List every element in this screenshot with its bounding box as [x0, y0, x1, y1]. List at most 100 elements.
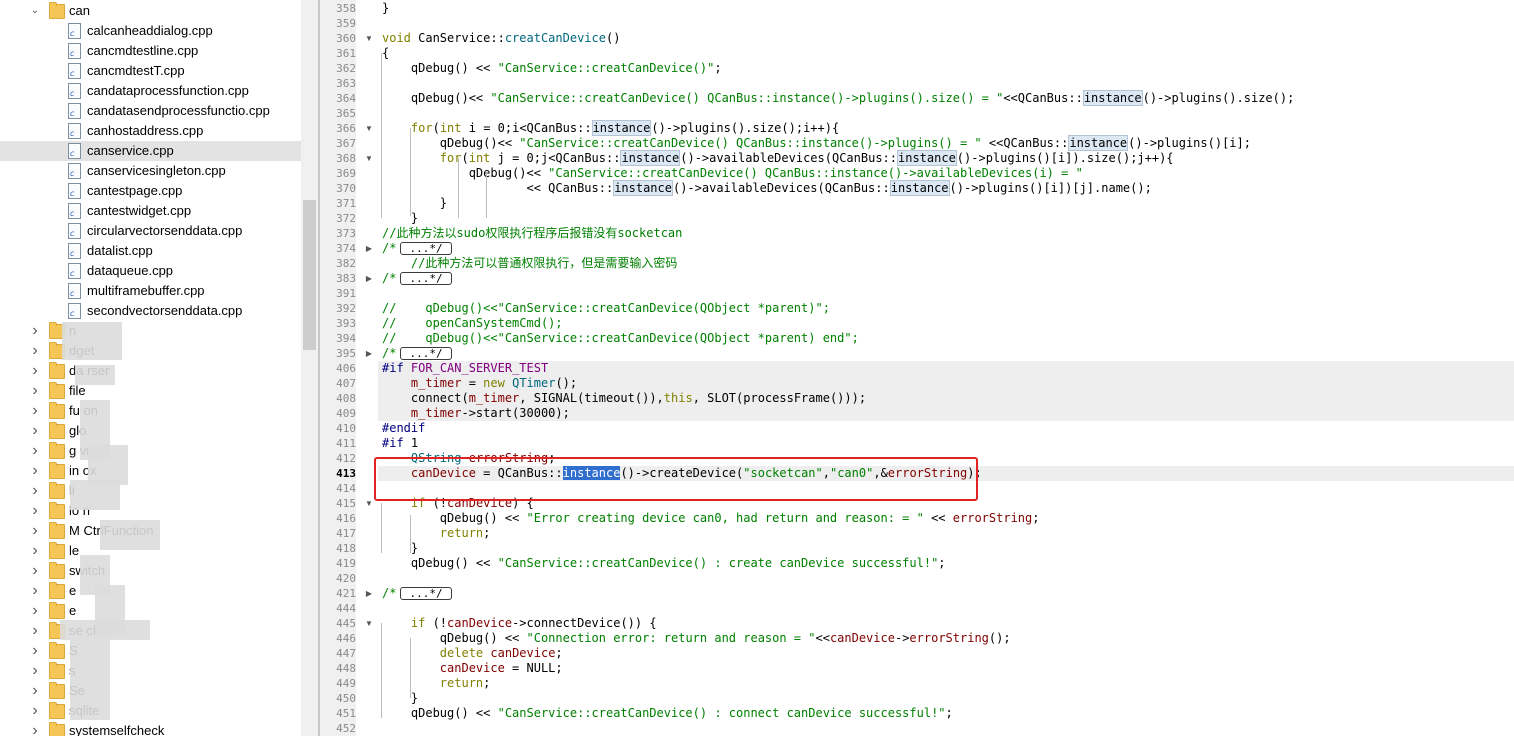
code-line[interactable]: //此种方法以sudo权限执行程序后报错没有socketcan: [382, 226, 682, 241]
tree-scrollbar-thumb[interactable]: [303, 200, 316, 350]
project-tree[interactable]: ⌄ can calcanheaddialog.cpp cancmdtestline.c…: [0, 0, 301, 736]
collapsed-arrow-icon[interactable]: ›: [29, 681, 41, 701]
tree-folder-row[interactable]: ›switch: [0, 561, 301, 581]
code-line[interactable]: #endif: [382, 421, 425, 436]
collapsed-arrow-icon[interactable]: ›: [29, 481, 41, 501]
tree-folder-row[interactable]: ›sqlite: [0, 701, 301, 721]
code-line[interactable]: }: [382, 211, 418, 226]
code-line[interactable]: // openCanSystemCmd();: [382, 316, 563, 331]
tree-folder-row[interactable]: ›n: [0, 321, 301, 341]
code-line[interactable]: for(int i = 0;i<QCanBus::instance()->plu…: [382, 120, 839, 136]
tree-folder-row[interactable]: ›s: [0, 661, 301, 681]
collapsed-arrow-icon[interactable]: ›: [29, 561, 41, 581]
fold-expanded-icon[interactable]: ▼: [364, 616, 374, 631]
code-line[interactable]: }: [382, 541, 418, 556]
collapsed-arrow-icon[interactable]: ›: [29, 661, 41, 681]
code-line[interactable]: for(int j = 0;j<QCanBus::instance()->ava…: [382, 150, 1174, 166]
tree-folder-row[interactable]: ›Se: [0, 681, 301, 701]
code-line[interactable]: return;: [382, 676, 491, 691]
code-line[interactable]: void CanService::creatCanDevice(): [382, 31, 620, 46]
tree-file-row[interactable]: cantestwidget.cpp: [0, 201, 301, 221]
tree-file-row[interactable]: secondvectorsenddata.cpp: [0, 301, 301, 321]
code-line[interactable]: /* ...*/: [382, 271, 452, 286]
tree-folder-row[interactable]: › e: [0, 581, 301, 601]
tree-file-row[interactable]: dataqueue.cpp: [0, 261, 301, 281]
code-line[interactable]: }: [382, 1, 389, 16]
code-line[interactable]: m_timer->start(30000);: [382, 406, 570, 421]
code-line[interactable]: /* ...*/: [382, 586, 452, 601]
code-line[interactable]: qDebug() << "CanService::creatCanDevice(…: [382, 61, 722, 76]
tree-file-row[interactable]: multiframebuffer.cpp: [0, 281, 301, 301]
collapsed-arrow-icon[interactable]: ›: [29, 541, 41, 561]
code-line[interactable]: qDebug() << "Connection error: return an…: [382, 631, 1011, 646]
collapsed-arrow-icon[interactable]: ›: [29, 521, 41, 541]
collapsed-arrow-icon[interactable]: ›: [29, 381, 41, 401]
code-line[interactable]: qDebug()<< "CanService::creatCanDevice()…: [382, 90, 1294, 106]
collapsed-arrow-icon[interactable]: ›: [29, 601, 41, 621]
fold-collapsed-icon[interactable]: ▶: [364, 346, 374, 361]
collapsed-arrow-icon[interactable]: ›: [29, 621, 41, 641]
fold-expanded-icon[interactable]: ▼: [364, 151, 374, 166]
code-line[interactable]: {: [382, 46, 389, 61]
code-line[interactable]: if (!canDevice->connectDevice()) {: [382, 616, 657, 631]
code-line[interactable]: qDebug()<< "CanService::creatCanDevice()…: [382, 166, 1083, 181]
collapsed-arrow-icon[interactable]: ›: [29, 581, 41, 601]
code-line[interactable]: #if 1: [382, 436, 418, 451]
tree-file-row[interactable]: calcanheaddialog.cpp: [0, 21, 301, 41]
code-line[interactable]: /* ...*/: [382, 241, 452, 256]
tree-file-row[interactable]: canhostaddress.cpp: [0, 121, 301, 141]
fold-expanded-icon[interactable]: ▼: [364, 31, 374, 46]
code-line[interactable]: qDebug() << "Error creating device can0,…: [382, 511, 1040, 526]
code-line[interactable]: /* ...*/: [382, 346, 452, 361]
tree-folder-row[interactable]: › lo n: [0, 501, 301, 521]
code-line[interactable]: m_timer = new QTimer();: [382, 376, 577, 391]
code-line[interactable]: }: [382, 196, 447, 211]
code-line[interactable]: return;: [382, 526, 491, 541]
collapsed-arrow-icon[interactable]: ›: [29, 341, 41, 361]
collapsed-arrow-icon[interactable]: ›: [29, 401, 41, 421]
tree-file-row[interactable]: canservicesingleton.cpp: [0, 161, 301, 181]
tree-folder-row[interactable]: ›fu on: [0, 401, 301, 421]
tree-file-row[interactable]: candataprocessfunction.cpp: [0, 81, 301, 101]
collapsed-arrow-icon[interactable]: ›: [29, 441, 41, 461]
tree-folder-row[interactable]: ›dget: [0, 341, 301, 361]
tree-file-row[interactable]: cancmdtestT.cpp: [0, 61, 301, 81]
tree-scrollbar[interactable]: [301, 0, 318, 736]
tree-folder-row[interactable]: › glo: [0, 421, 301, 441]
code-line[interactable]: qDebug() << "CanService::creatCanDevice(…: [382, 706, 953, 721]
expanded-arrow-icon[interactable]: ⌄: [29, 1, 41, 21]
code-line[interactable]: // qDebug()<<"CanService::creatCanDevice…: [382, 331, 859, 346]
code-line[interactable]: #if FOR_CAN_SERVER_TEST: [382, 361, 548, 376]
tree-folder-row[interactable]: ›g view: [0, 441, 301, 461]
collapsed-arrow-icon[interactable]: ›: [29, 721, 41, 736]
fold-expanded-icon[interactable]: ▼: [364, 496, 374, 511]
collapsed-arrow-icon[interactable]: ›: [29, 701, 41, 721]
tree-folder-row[interactable]: ›li: [0, 481, 301, 501]
fold-collapsed-icon[interactable]: ▶: [364, 586, 374, 601]
fold-collapsed-icon[interactable]: ▶: [364, 241, 374, 256]
tree-file-row[interactable]: circularvectorsenddata.cpp: [0, 221, 301, 241]
tree-folder-row[interactable]: ›se chet: [0, 621, 301, 641]
collapsed-arrow-icon[interactable]: ›: [29, 321, 41, 341]
tree-folder-row[interactable]: › in ox: [0, 461, 301, 481]
tree-file-row[interactable]: canservice.cpp: [0, 141, 301, 161]
collapsed-arrow-icon[interactable]: ›: [29, 501, 41, 521]
collapsed-arrow-icon[interactable]: ›: [29, 461, 41, 481]
tree-file-row[interactable]: datalist.cpp: [0, 241, 301, 261]
collapsed-arrow-icon[interactable]: ›: [29, 361, 41, 381]
tree-folder-row[interactable]: ›S: [0, 641, 301, 661]
code-line[interactable]: }: [382, 691, 418, 706]
tree-file-row[interactable]: candatasendprocessfunctio.cpp: [0, 101, 301, 121]
collapsed-arrow-icon[interactable]: ›: [29, 421, 41, 441]
code-line[interactable]: connect(m_timer, SIGNAL(timeout()),this,…: [382, 391, 866, 406]
code-line[interactable]: //此种方法可以普通权限执行，但是需要输入密码: [382, 256, 677, 271]
tree-folder-row[interactable]: ⌄ can: [0, 1, 301, 21]
code-line[interactable]: << QCanBus::instance()->availableDevices…: [382, 180, 1152, 196]
tree-folder-row[interactable]: ›da rser: [0, 361, 301, 381]
tree-file-row[interactable]: cantestpage.cpp: [0, 181, 301, 201]
tree-folder-row[interactable]: › e: [0, 601, 301, 621]
tree-folder-row[interactable]: › systemselfcheck: [0, 721, 301, 736]
tree-folder-row[interactable]: › file: [0, 381, 301, 401]
tree-file-row[interactable]: cancmdtestline.cpp: [0, 41, 301, 61]
fold-collapsed-icon[interactable]: ▶: [364, 271, 374, 286]
